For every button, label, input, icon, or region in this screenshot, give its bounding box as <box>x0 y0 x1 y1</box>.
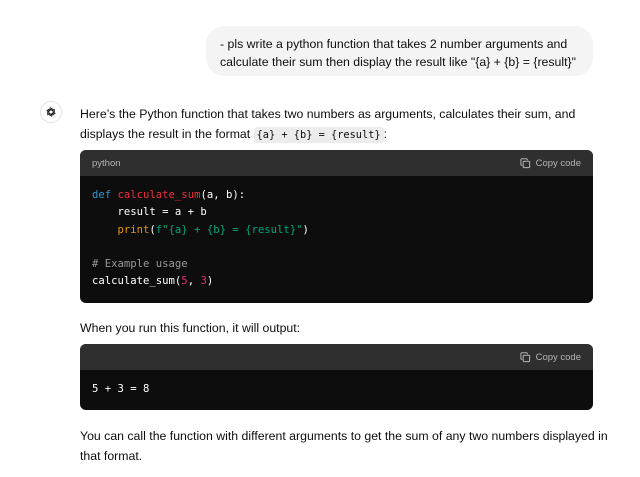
code-block-header: python Copy code <box>80 150 593 176</box>
output-block-header: Copy code <box>80 344 593 370</box>
code-line-6: calculate_sum(5, 3) <box>92 275 214 288</box>
code-line-1: def calculate_sum(a, b): <box>92 189 246 201</box>
code-body: def calculate_sum(a, b): result = a + b … <box>80 176 593 302</box>
outro-line-2: that format. <box>80 449 143 463</box>
output-line: 5 + 3 = 8 <box>92 383 150 395</box>
copy-icon <box>519 351 530 362</box>
inline-code-format: {a} + {b} = {result} <box>253 127 384 143</box>
assistant-outro: You can call the function with different… <box>80 426 608 466</box>
code-line-3: print(f"{a} + {b} = {result}") <box>117 223 309 236</box>
copy-output-label: Copy code <box>535 351 581 363</box>
python-code-block: python Copy code def calculate_sum(a, b)… <box>80 150 593 303</box>
user-message-line-2: calculate their sum then display the res… <box>220 55 576 69</box>
code-line-5-comment: # Example usage <box>92 258 188 271</box>
code-language-label: python <box>92 157 121 169</box>
intro-line-2: displays the result in the format {a} + … <box>80 124 600 145</box>
intro-line-1: Here’s the Python function that takes tw… <box>80 107 576 121</box>
copy-code-label: Copy code <box>535 157 581 169</box>
output-code-block: Copy code 5 + 3 = 8 <box>80 344 593 410</box>
intro-line-2-suffix: : <box>383 127 388 141</box>
copy-output-button[interactable]: Copy code <box>519 351 581 363</box>
assistant-middle-text: When you run this function, it will outp… <box>80 321 301 335</box>
code-line-2: result = a + b <box>92 206 207 219</box>
outro-line-1: You can call the function with different… <box>80 429 608 443</box>
user-message-bubble: - pls write a python function that takes… <box>206 26 593 76</box>
output-body: 5 + 3 = 8 <box>80 370 593 409</box>
openai-logo-icon <box>46 107 56 117</box>
user-message-line-1: - pls write a python function that takes… <box>220 37 568 51</box>
copy-icon <box>519 157 530 168</box>
copy-code-button[interactable]: Copy code <box>519 157 581 169</box>
intro-line-2-prefix: displays the result in the format <box>80 127 251 141</box>
assistant-intro: Here’s the Python function that takes tw… <box>80 104 600 145</box>
assistant-avatar <box>40 101 62 123</box>
